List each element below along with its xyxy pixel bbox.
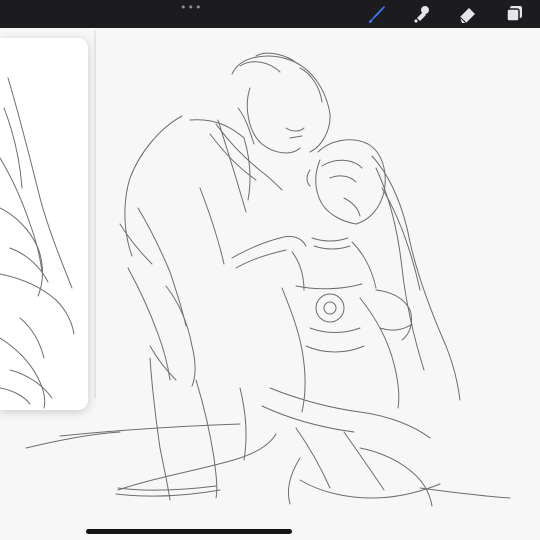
smudge-icon xyxy=(414,6,429,23)
reference-sketch xyxy=(0,77,75,409)
smudge-tool-button[interactable] xyxy=(410,3,432,25)
layers-icon xyxy=(506,6,522,22)
layers-tool-button[interactable] xyxy=(503,3,525,25)
menu-dots-handle[interactable]: ••• xyxy=(180,2,201,13)
eraser-tool-button[interactable] xyxy=(457,3,479,25)
top-toolbar: ••• xyxy=(0,0,540,28)
brush-tool-button[interactable] xyxy=(366,3,388,25)
brush-icon xyxy=(369,6,385,23)
home-indicator[interactable] xyxy=(86,529,292,534)
reference-panel[interactable] xyxy=(0,38,88,410)
drawing-canvas[interactable] xyxy=(0,28,540,540)
eraser-icon xyxy=(459,8,475,24)
